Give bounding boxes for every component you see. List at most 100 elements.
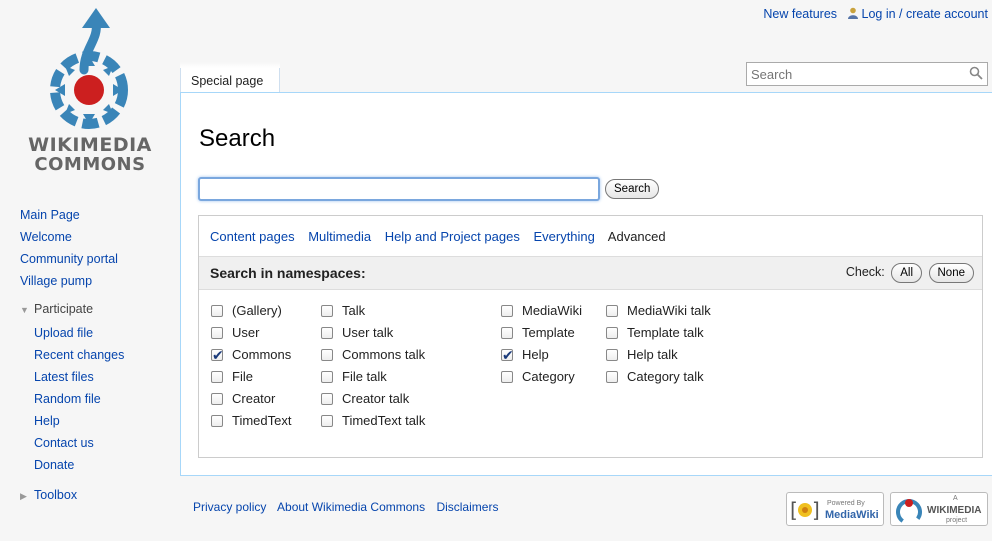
namespace-checkbox[interactable] bbox=[211, 305, 223, 317]
namespace-option[interactable]: Help talk bbox=[606, 344, 711, 366]
sidebar-item-community-portal[interactable]: Community portal bbox=[20, 248, 118, 270]
content-area: Search Search Content pages Multimedia H… bbox=[180, 92, 992, 476]
footer-disclaimers[interactable]: Disclaimers bbox=[436, 500, 498, 514]
namespace-option[interactable]: TimedText talk bbox=[321, 410, 425, 432]
namespace-checkbox[interactable] bbox=[321, 393, 333, 405]
svg-text:[: [ bbox=[790, 498, 798, 522]
namespace-option[interactable]: MediaWiki talk bbox=[606, 300, 711, 322]
namespace-label: Template talk bbox=[627, 325, 704, 340]
namespace-option[interactable]: Category talk bbox=[606, 366, 711, 388]
namespace-option[interactable]: Commons talk bbox=[321, 344, 425, 366]
namespace-label: Template bbox=[522, 325, 575, 340]
namespace-checkbox[interactable] bbox=[606, 349, 618, 361]
namespace-label: MediaWiki talk bbox=[627, 303, 711, 318]
search-button[interactable]: Search bbox=[605, 179, 660, 199]
namespace-option[interactable]: File talk bbox=[321, 366, 425, 388]
sidebar-item-main-page[interactable]: Main Page bbox=[20, 204, 118, 226]
namespace-option[interactable]: Category bbox=[501, 366, 582, 388]
namespace-label: File talk bbox=[342, 369, 387, 384]
wikimedia-commons-logo-icon bbox=[50, 8, 128, 129]
login-link[interactable]: Log in / create account bbox=[862, 7, 988, 21]
top-search-box bbox=[746, 62, 988, 86]
powered-by-mediawiki-badge[interactable]: [ ] Powered By MediaWiki bbox=[786, 492, 884, 526]
namespace-option[interactable]: Creator bbox=[211, 388, 291, 410]
sidebar-item-random-file[interactable]: Random file bbox=[34, 388, 124, 410]
sidebar-item-welcome[interactable]: Welcome bbox=[20, 226, 118, 248]
namespace-option[interactable]: Talk bbox=[321, 300, 425, 322]
namespace-title: Search in namespaces: bbox=[210, 265, 366, 281]
namespace-checkbox[interactable] bbox=[211, 393, 223, 405]
badge-mw-big: MediaWiki bbox=[825, 509, 879, 521]
namespace-option[interactable]: File bbox=[211, 366, 291, 388]
check-none-button[interactable]: None bbox=[928, 263, 974, 283]
footer-privacy-policy[interactable]: Privacy policy bbox=[193, 500, 266, 514]
tab-special-page[interactable]: Special page bbox=[180, 62, 280, 93]
namespace-option[interactable]: Help bbox=[501, 344, 582, 366]
sidebar-item-donate[interactable]: Donate bbox=[34, 454, 124, 476]
new-features-link[interactable]: New features bbox=[763, 7, 837, 21]
namespace-checkbox[interactable] bbox=[606, 327, 618, 339]
namespace-option[interactable]: Template bbox=[501, 322, 582, 344]
footer-about[interactable]: About Wikimedia Commons bbox=[277, 500, 425, 514]
namespace-checkbox[interactable] bbox=[501, 344, 514, 366]
site-logo[interactable]: WIKIMEDIA COMMONS bbox=[14, 8, 164, 188]
sidebar-participate-nav: Upload file Recent changes Latest files … bbox=[34, 322, 124, 476]
namespace-option[interactable]: Creator talk bbox=[321, 388, 425, 410]
namespace-checkbox[interactable] bbox=[321, 305, 333, 317]
search-icon[interactable] bbox=[969, 66, 983, 80]
profile-help-project-pages[interactable]: Help and Project pages bbox=[385, 229, 520, 244]
namespace-checkbox[interactable] bbox=[606, 305, 618, 317]
namespace-option[interactable]: (Gallery) bbox=[211, 300, 291, 322]
personal-tools: New features Log in / create account bbox=[757, 7, 988, 21]
login-link-wrap[interactable]: Log in / create account bbox=[847, 7, 988, 21]
profile-everything[interactable]: Everything bbox=[533, 229, 594, 244]
namespace-checkbox[interactable] bbox=[321, 415, 333, 427]
logo-wordmark: WIKIMEDIA COMMONS bbox=[20, 136, 160, 175]
profile-content-pages[interactable]: Content pages bbox=[210, 229, 295, 244]
namespace-option[interactable]: Template talk bbox=[606, 322, 711, 344]
namespace-option[interactable]: TimedText bbox=[211, 410, 291, 432]
profile-multimedia[interactable]: Multimedia bbox=[308, 229, 371, 244]
namespace-label: Commons bbox=[232, 347, 292, 362]
sidebar-item-upload-file[interactable]: Upload file bbox=[34, 322, 124, 344]
sidebar-item-help[interactable]: Help bbox=[34, 410, 124, 432]
namespace-checkbox[interactable] bbox=[501, 305, 513, 317]
badge-wm-big: WIKIMEDIA bbox=[927, 505, 982, 516]
namespace-label: Category talk bbox=[627, 369, 704, 384]
sidebar-item-recent-changes[interactable]: Recent changes bbox=[34, 344, 124, 366]
tab-special-page-label: Special page bbox=[191, 74, 264, 88]
badge-wm-small-bottom: project bbox=[946, 517, 968, 524]
namespace-checkbox[interactable] bbox=[211, 344, 224, 366]
advanced-search-box: Content pages Multimedia Help and Projec… bbox=[198, 215, 983, 458]
namespace-option[interactable]: User talk bbox=[321, 322, 425, 344]
namespace-column-1: (Gallery) User Commons File Creator TimedText bbox=[211, 300, 291, 432]
wikimedia-project-badge[interactable]: A WIKIMEDIA project bbox=[890, 492, 988, 526]
namespace-checkbox[interactable] bbox=[211, 371, 223, 383]
namespace-option[interactable]: User bbox=[211, 322, 291, 344]
top-search-input[interactable] bbox=[747, 63, 957, 85]
search-input[interactable] bbox=[198, 177, 600, 201]
check-controls: Check: All None bbox=[846, 263, 974, 283]
namespace-checkbox[interactable] bbox=[501, 327, 513, 339]
namespace-checkbox[interactable] bbox=[211, 415, 223, 427]
namespace-checkbox[interactable] bbox=[211, 327, 223, 339]
sidebar-item-latest-files[interactable]: Latest files bbox=[34, 366, 124, 388]
namespace-checkbox[interactable] bbox=[321, 349, 333, 361]
sidebar-item-contact-us[interactable]: Contact us bbox=[34, 432, 124, 454]
namespace-checkbox[interactable] bbox=[321, 327, 333, 339]
participate-heading[interactable]: ▼ Participate bbox=[20, 302, 93, 316]
toolbox-heading[interactable]: ▶ Toolbox bbox=[20, 488, 77, 502]
sidebar-item-village-pump[interactable]: Village pump bbox=[20, 270, 118, 292]
page-title: Search bbox=[199, 125, 276, 152]
namespace-option[interactable]: MediaWiki bbox=[501, 300, 582, 322]
check-label: Check: bbox=[845, 265, 885, 279]
namespace-checkbox[interactable] bbox=[501, 371, 513, 383]
footer-links: Privacy policy About Wikimedia Commons D… bbox=[193, 500, 506, 514]
namespace-label: File bbox=[232, 369, 253, 384]
check-all-button[interactable]: All bbox=[891, 263, 923, 283]
namespace-checkbox[interactable] bbox=[321, 371, 333, 383]
profile-advanced: Advanced bbox=[607, 229, 666, 244]
namespace-checkbox[interactable] bbox=[606, 371, 618, 383]
namespace-label: TimedText talk bbox=[342, 413, 426, 428]
namespace-option[interactable]: Commons bbox=[211, 344, 291, 366]
